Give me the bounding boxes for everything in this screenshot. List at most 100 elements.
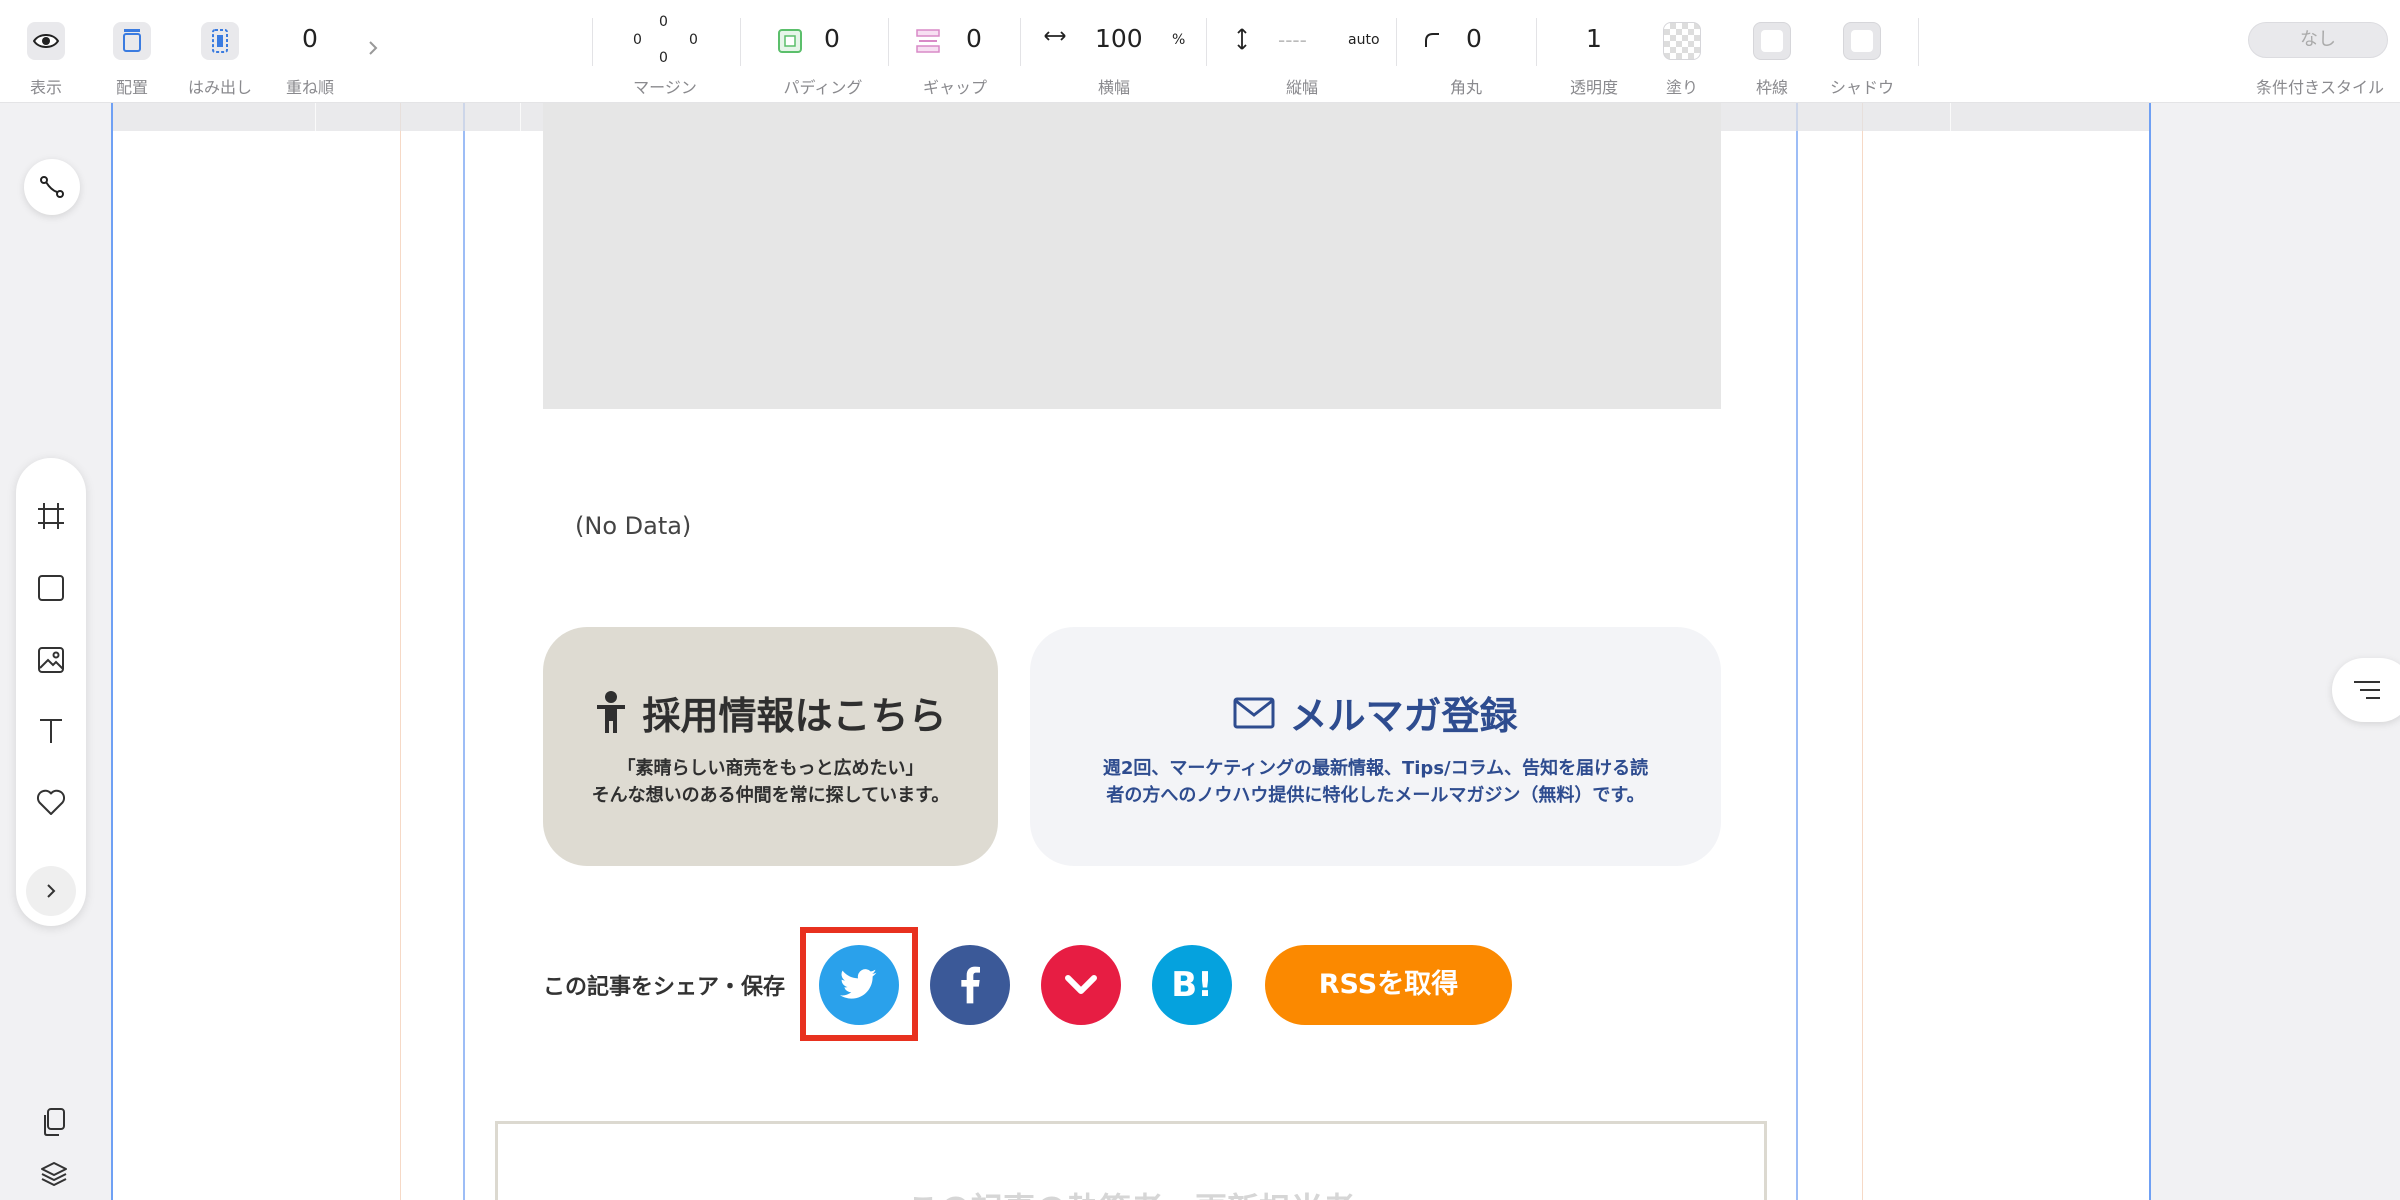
overflow-label: はみ出し — [187, 78, 253, 97]
toolbar-divider — [1918, 18, 1919, 66]
pocket-save-button[interactable] — [1041, 945, 1121, 1025]
display-label: 表示 — [29, 78, 63, 97]
image-tool[interactable] — [31, 640, 71, 680]
facebook-share-button[interactable] — [930, 945, 1010, 1025]
no-data-text[interactable]: (No Data) — [575, 512, 691, 540]
gap-icon — [909, 22, 947, 60]
image-icon — [38, 647, 64, 673]
margin-top-value[interactable]: 0 — [659, 14, 668, 30]
eye-icon — [27, 22, 65, 60]
more-tools-button[interactable] — [26, 866, 76, 916]
list-icon — [2354, 681, 2380, 699]
height-control[interactable]: ---- auto 縦幅 — [1222, 0, 1392, 103]
opacity-control[interactable]: 1 透明度 — [1556, 0, 1632, 103]
overflow-control[interactable]: はみ出し — [188, 0, 252, 103]
padding-control[interactable]: 0 パディング — [768, 0, 878, 103]
radius-value[interactable]: 0 — [1466, 24, 1482, 53]
toolbar-divider — [592, 18, 593, 66]
content-boundary-guide — [463, 103, 465, 1200]
opacity-value[interactable]: 1 — [1586, 24, 1602, 53]
margin-control[interactable]: 0 0 0 0 マージン — [620, 0, 710, 103]
fill-swatch[interactable] — [1663, 22, 1701, 60]
toolbar-divider — [740, 18, 741, 66]
frame-icon — [38, 503, 64, 529]
margin-left-value[interactable]: 0 — [633, 32, 642, 48]
chevron-right-icon[interactable] — [362, 0, 386, 103]
heart-icon — [36, 789, 66, 815]
border-label: 枠線 — [1755, 78, 1789, 97]
margin-right-value[interactable]: 0 — [689, 32, 698, 48]
recruit-title-text: 採用情報はこちら — [642, 694, 947, 738]
zorder-value[interactable]: 0 — [302, 24, 318, 53]
image-placeholder[interactable] — [543, 103, 1721, 409]
pages-button[interactable] — [34, 1102, 74, 1142]
layers-icon — [41, 1162, 67, 1186]
height-value[interactable]: ---- — [1278, 28, 1307, 52]
rectangle-tool[interactable] — [31, 568, 71, 608]
text-tool[interactable] — [31, 711, 71, 751]
border-control[interactable]: 枠線 — [1740, 0, 1804, 103]
padding-label: パディング — [783, 78, 863, 97]
opacity-label: 透明度 — [1569, 78, 1619, 97]
author-box-title: この記事の執筆者・更新担当者 — [498, 1184, 1764, 1200]
newsletter-desc-line: 週2回、マーケティングの最新情報、Tips/コラム、告知を届ける読 — [1102, 758, 1649, 779]
gutter-guide — [400, 103, 401, 1200]
toolbar-divider — [1020, 18, 1021, 66]
author-box[interactable]: この記事の執筆者・更新担当者 — [495, 1121, 1767, 1200]
shadow-control[interactable]: シャドウ — [1830, 0, 1894, 103]
width-unit[interactable]: % — [1172, 32, 1185, 48]
toolbar-divider — [888, 18, 889, 66]
mail-icon — [1233, 697, 1275, 728]
rss-button[interactable]: RSSを取得 — [1265, 945, 1512, 1025]
width-control[interactable]: 100 % 横幅 — [1036, 0, 1196, 103]
pocket-icon — [1065, 975, 1097, 994]
placement-label: 配置 — [115, 78, 149, 97]
newsletter-desc-line: 者の方へのノウハウ提供に特化したメールマガジン（無料）です。 — [1106, 785, 1645, 806]
toolbar-divider — [1536, 18, 1537, 66]
border-swatch[interactable] — [1753, 22, 1791, 60]
radius-label: 角丸 — [1449, 78, 1483, 97]
vertical-arrows-icon — [1237, 28, 1247, 50]
layers-button[interactable] — [34, 1154, 74, 1194]
hatena-bookmark-button[interactable]: B! — [1152, 945, 1232, 1025]
ruler-tick — [315, 103, 316, 131]
chevron-right-icon — [47, 884, 56, 898]
content-boundary-guide — [1796, 103, 1798, 1200]
share-label: この記事をシェア・保存 — [543, 975, 786, 1000]
width-value[interactable]: 100 — [1095, 24, 1143, 53]
favorite-tool[interactable] — [31, 782, 71, 822]
height-unit[interactable]: auto — [1348, 32, 1380, 48]
display-control[interactable]: 表示 — [14, 0, 78, 103]
padding-icon — [771, 22, 809, 60]
zorder-control[interactable]: 0 重ね順 — [280, 0, 340, 103]
toolbar-divider — [1396, 18, 1397, 66]
toolbar-divider — [1206, 18, 1207, 66]
outline-panel-button[interactable] — [2332, 658, 2400, 722]
fill-label: 塗り — [1665, 78, 1699, 97]
recruit-card[interactable]: 採用情報はこちら 「素晴らしい商売をもっと広めたい」 そんな想いのある仲間を常に… — [543, 627, 998, 866]
overflow-icon — [201, 22, 239, 60]
margin-bottom-value[interactable]: 0 — [659, 50, 668, 66]
copy-icon — [44, 1108, 65, 1136]
shadow-swatch[interactable] — [1843, 22, 1881, 60]
zorder-label: 重ね順 — [285, 78, 335, 97]
placement-control[interactable]: 配置 — [100, 0, 164, 103]
gap-control[interactable]: 0 ギャップ — [900, 0, 1010, 103]
rectangle-icon — [38, 575, 64, 601]
fill-control[interactable]: 塗り — [1650, 0, 1714, 103]
path-icon — [40, 176, 64, 198]
newsletter-title-text: メルマガ登録 — [1289, 694, 1518, 738]
placement-icon — [113, 22, 151, 60]
padding-value[interactable]: 0 — [824, 24, 840, 53]
tool-palette — [16, 458, 86, 926]
recruit-card-description: 「素晴らしい商売をもっと広めたい」 そんな想いのある仲間を常に探しています。 — [583, 755, 958, 809]
gap-value[interactable]: 0 — [966, 24, 982, 53]
horizontal-arrows-icon — [1044, 31, 1066, 41]
height-label: 縦幅 — [1285, 78, 1319, 97]
corner-radius-control[interactable]: 0 角丸 — [1410, 0, 1520, 103]
text-icon — [40, 719, 62, 743]
newsletter-card[interactable]: メルマガ登録 週2回、マーケティングの最新情報、Tips/コラム、告知を届ける読… — [1030, 627, 1721, 866]
connection-tool-button[interactable] — [24, 159, 80, 215]
frame-tool[interactable] — [31, 496, 71, 536]
recruit-card-title: 採用情報はこちら — [543, 685, 998, 740]
